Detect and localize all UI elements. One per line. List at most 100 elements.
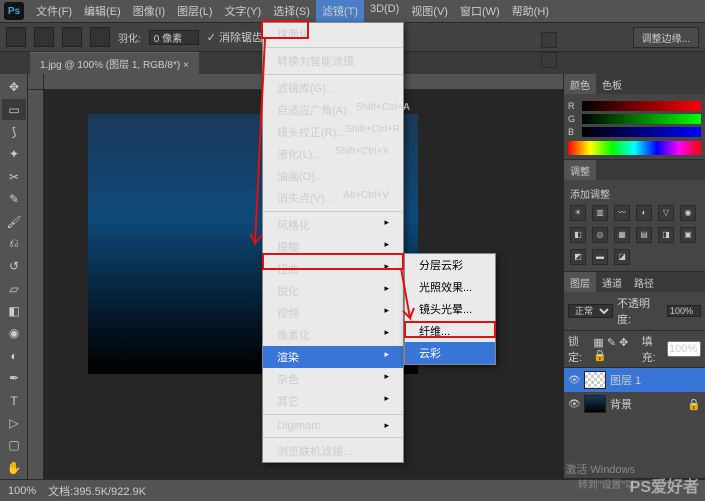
antialias-check[interactable]: ✓消除锯齿 [207, 29, 263, 45]
layer-thumbnail[interactable] [584, 395, 606, 413]
spectrum-bar[interactable] [568, 141, 701, 155]
menu-item[interactable]: 镜头校正(R)...Shift+Ctrl+R [263, 121, 403, 143]
layers-panel: 图层 通道 路径 正常 不透明度: 锁定: ▦ ✎ ✥ 🔒 填充: 👁 [564, 272, 705, 479]
menu-3D[interactable]: 3D(D) [364, 0, 405, 22]
b-slider[interactable] [582, 127, 701, 137]
menu-item[interactable]: 像素化 [263, 324, 403, 346]
visibility-icon[interactable]: 👁 [568, 375, 580, 386]
hand-tool-icon[interactable]: ✋ [2, 458, 26, 478]
menu-item[interactable]: 球面化 [263, 23, 403, 45]
history-panel-icon[interactable] [541, 32, 557, 48]
vibrance-icon[interactable]: ▽ [658, 205, 674, 221]
r-slider[interactable] [582, 101, 701, 111]
eraser-tool-icon[interactable]: ▱ [2, 279, 26, 299]
move-tool-icon[interactable]: ✥ [2, 77, 26, 97]
menu-编辑[interactable]: 编辑(E) [78, 0, 127, 22]
menu-item[interactable]: 滤镜库(G)... [263, 77, 403, 99]
submenu-item[interactable]: 光照效果... [405, 276, 495, 298]
bw-icon[interactable]: ◧ [570, 227, 586, 243]
blur-tool-icon[interactable]: ◉ [2, 323, 26, 343]
menu-窗口[interactable]: 窗口(W) [454, 0, 506, 22]
photo-filter-icon[interactable]: ◎ [592, 227, 608, 243]
marquee-mode-icon[interactable] [62, 27, 82, 47]
refine-edge-button[interactable]: 调整边缘... [633, 27, 699, 48]
menu-item[interactable]: 浏览联机滤镜... [263, 440, 403, 462]
tab-adjustments[interactable]: 调整 [564, 160, 596, 180]
layer-row[interactable]: 👁 背景 🔒 [564, 392, 705, 416]
menu-图层[interactable]: 图层(L) [171, 0, 218, 22]
g-slider[interactable] [582, 114, 701, 124]
lock-icons[interactable]: ▦ ✎ ✥ 🔒 [593, 336, 637, 362]
tab-layers[interactable]: 图层 [564, 272, 596, 292]
brightness-icon[interactable]: ☀ [570, 205, 586, 221]
menu-item[interactable]: 消失点(V)...Alt+Ctrl+V [263, 187, 403, 209]
menu-帮助[interactable]: 帮助(H) [506, 0, 555, 22]
levels-icon[interactable]: ▥ [592, 205, 608, 221]
crop-tool-icon[interactable]: ✂ [2, 167, 26, 187]
menu-滤镜[interactable]: 滤镜(T) [316, 0, 364, 22]
hue-icon[interactable]: ◉ [680, 205, 696, 221]
menu-选择[interactable]: 选择(S) [267, 0, 316, 22]
opacity-input[interactable] [667, 305, 701, 317]
threshold-icon[interactable]: ◩ [570, 249, 586, 265]
menu-item[interactable]: 视频 [263, 302, 403, 324]
tool-preset-icon[interactable] [6, 27, 26, 47]
mixer-icon[interactable]: ▦ [614, 227, 630, 243]
gradient-map-icon[interactable]: ▬ [592, 249, 608, 265]
zoom-level[interactable]: 100% [8, 485, 36, 497]
layer-thumbnail[interactable] [584, 371, 606, 389]
wand-tool-icon[interactable]: ✦ [2, 144, 26, 164]
exposure-icon[interactable]: ◐ [636, 205, 652, 221]
stamp-tool-icon[interactable]: ⎌ [2, 234, 26, 254]
curves-icon[interactable]: 〰 [614, 205, 630, 221]
submenu-item[interactable]: 分层云彩 [405, 254, 495, 276]
layer-row[interactable]: 👁 图层 1 [564, 368, 705, 392]
feather-input[interactable] [149, 30, 199, 45]
marquee-mode-icon[interactable] [90, 27, 110, 47]
lasso-tool-icon[interactable]: ⟆ [2, 122, 26, 142]
history-brush-icon[interactable]: ↺ [2, 256, 26, 276]
menu-item[interactable]: 风格化 [263, 214, 403, 236]
menu-item[interactable]: 扭曲 [263, 258, 403, 280]
tab-color[interactable]: 颜色 [564, 74, 596, 94]
menu-item[interactable]: 其它 [263, 390, 403, 412]
eyedropper-tool-icon[interactable]: ✎ [2, 189, 26, 209]
invert-icon[interactable]: ◨ [658, 227, 674, 243]
menu-文件[interactable]: 文件(F) [30, 0, 78, 22]
menu-item[interactable]: 液化(L)...Shift+Ctrl+X [263, 143, 403, 165]
fill-input[interactable] [667, 341, 701, 357]
menu-item[interactable]: Digimarc [263, 417, 403, 435]
menu-item[interactable]: 油画(O)... [263, 165, 403, 187]
selective-icon[interactable]: ◪ [614, 249, 630, 265]
posterize-icon[interactable]: ▣ [680, 227, 696, 243]
menu-文字[interactable]: 文字(Y) [219, 0, 268, 22]
menu-item[interactable]: 渲染 [263, 346, 403, 368]
tab-swatches[interactable]: 色板 [596, 74, 628, 94]
visibility-icon[interactable]: 👁 [568, 399, 580, 410]
path-tool-icon[interactable]: ▷ [2, 413, 26, 433]
menu-视图[interactable]: 视图(V) [405, 0, 454, 22]
gradient-tool-icon[interactable]: ◧ [2, 301, 26, 321]
menu-item[interactable]: 锐化 [263, 280, 403, 302]
dodge-tool-icon[interactable]: ◐ [2, 346, 26, 366]
brush-tool-icon[interactable]: 🖌 [2, 211, 26, 231]
menu-item[interactable]: 模糊 [263, 236, 403, 258]
document-tab[interactable]: 1.jpg @ 100% (图层 1, RGB/8*) × [30, 52, 199, 74]
shape-tool-icon[interactable]: ▢ [2, 435, 26, 455]
submenu-item[interactable]: 纤维... [405, 320, 495, 342]
lookup-icon[interactable]: ▤ [636, 227, 652, 243]
tab-channels[interactable]: 通道 [596, 272, 628, 292]
menu-图像[interactable]: 图像(I) [127, 0, 171, 22]
menu-item[interactable]: 杂色 [263, 368, 403, 390]
tab-paths[interactable]: 路径 [628, 272, 660, 292]
marquee-mode-icon[interactable] [34, 27, 54, 47]
type-tool-icon[interactable]: T [2, 390, 26, 410]
menu-item[interactable]: 自适应广角(A)...Shift+Ctrl+A [263, 99, 403, 121]
actions-panel-icon[interactable] [541, 52, 557, 68]
menu-item[interactable]: 转换为智能滤镜 [263, 50, 403, 72]
blend-mode-select[interactable]: 正常 [568, 304, 613, 318]
marquee-tool-icon[interactable]: ▭ [2, 99, 26, 119]
pen-tool-icon[interactable]: ✒ [2, 368, 26, 388]
submenu-item[interactable]: 云彩 [405, 342, 495, 364]
submenu-item[interactable]: 镜头光晕... [405, 298, 495, 320]
